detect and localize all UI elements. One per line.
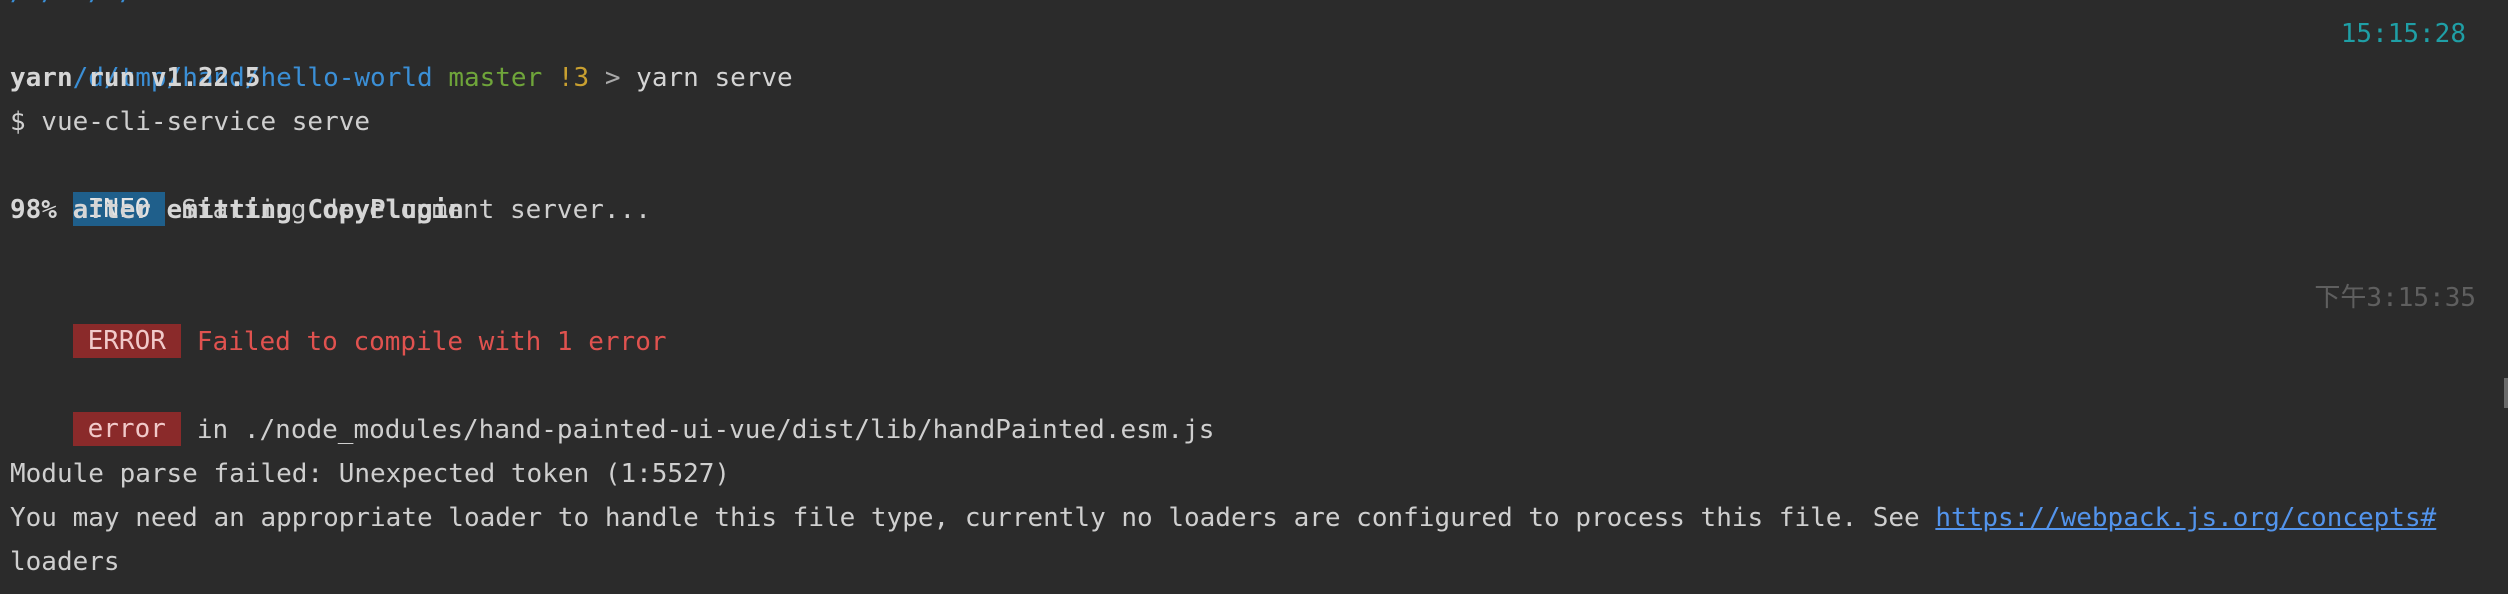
loader-hint-continuation: loaders (10, 547, 120, 577)
loader-hint-line: You may need an appropriate loader to ha… (10, 496, 2498, 540)
script-command-line: $ vue-cli-service serve (10, 107, 371, 137)
error-location-line: error in ./node_modules/hand-painted-ui-v… (10, 364, 2498, 446)
yarn-version-line: yarn run v1.22.5 (10, 63, 261, 93)
webpack-concepts-link[interactable]: https://webpack.js.org/concepts# (1935, 503, 2436, 533)
loader-hint-text: You may need an appropriate loader to ha… (10, 503, 1936, 533)
info-line: INFO Starting development server... (10, 144, 2498, 226)
terminal-output[interactable]: / / / / /d/tmp/hand/hello-world master !… (0, 0, 2508, 594)
scrollbar-marker[interactable] (2504, 378, 2508, 408)
error-location-badge: error (72, 412, 181, 446)
compile-error-line: ERROR Failed to compile with 1 error 下午3:… (10, 276, 2498, 358)
error-badge: ERROR (72, 324, 181, 358)
error-timestamp: 下午3:15:35 (2314, 283, 2476, 313)
prompt-timestamp: 15:15:28 (2340, 19, 2466, 49)
progress-line: 98% after emitting CopyPlugin (10, 195, 464, 225)
error-location-text: in ./node_modules/hand-painted-ui-vue/di… (196, 415, 1215, 445)
module-parse-line: Module parse failed: Unexpected token (1… (10, 459, 731, 489)
compile-error-text: Failed to compile with 1 error (196, 327, 667, 357)
prompt-line: /d/tmp/hand/hello-world master !3 > yarn… (10, 12, 2498, 93)
